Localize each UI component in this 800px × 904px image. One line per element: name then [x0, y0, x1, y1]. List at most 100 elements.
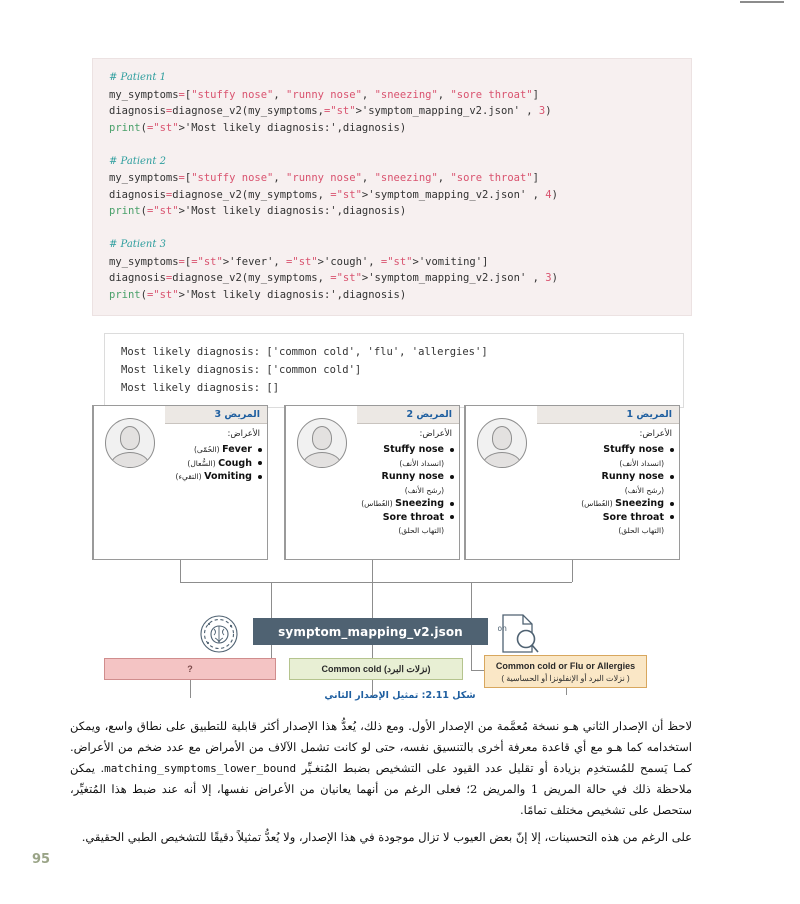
symptom-item-ar: (التهاب الحلق): [541, 524, 675, 538]
symptom-ar: (التهاب الحلق): [398, 526, 444, 535]
avatar-shoulders: [481, 452, 522, 467]
connector-left-to-bar: [271, 582, 272, 618]
avatar: [476, 418, 527, 468]
code-line: my_symptoms=["stuffy nose", "runny nose"…: [109, 88, 539, 101]
symptom-en: Stuffy nose: [603, 444, 664, 455]
body-paragraph: لاحظ أن الإصدار الثاني هـو نسخة مُعمَّمة…: [70, 719, 693, 817]
symptom-item: Runny nose: [361, 470, 455, 484]
body-text: لاحظ أن الإصدار الثاني هـو نسخة مُعمَّمة…: [70, 716, 692, 854]
bullet-icon: [670, 474, 674, 479]
bullet-icon: [258, 461, 262, 465]
symptom-ar: (انسداد الأنف): [399, 458, 444, 468]
result-common-cold-label: (نزلات البرد) Common cold: [321, 663, 431, 674]
avatar-head: [119, 426, 140, 450]
symptom-ar: (التهاب الحلق): [618, 526, 664, 535]
code-line: diagnosis=diagnose_v2(my_symptoms, ="st"…: [109, 272, 558, 284]
patient-card-1: المريض 1 الأعراض: Stuffy nose (انسداد الأنف…: [464, 405, 680, 560]
symptom-en: Runny nose: [601, 471, 665, 482]
symptom-en: Fever: [222, 444, 252, 455]
symptom-ar: (رشح الأنف): [404, 485, 444, 495]
patient-card-title: المريض 1: [537, 406, 679, 424]
connector-right-to-bar: [471, 582, 472, 618]
output-block: Most likely diagnosis: ['common cold', '…: [104, 333, 684, 408]
symptom-item: Cough (السُّعال): [169, 457, 263, 471]
code-line: print(="st">'Most likely diagnosis:',dia…: [109, 205, 407, 217]
symptom-ar: (التقيء): [175, 472, 202, 481]
connector-card3-down: [180, 560, 181, 582]
code-line: diagnosis=diagnose_v2(my_symptoms,="st">…: [109, 105, 552, 117]
connector-bar-right-down: [471, 645, 472, 670]
output-line: Most likely diagnosis: ['common cold']: [121, 364, 362, 376]
symptom-item: Stuffy nose: [361, 443, 455, 457]
patient-card-body: المريض 2 الأعراض: Stuffy nose (انسداد الأنف…: [357, 406, 459, 559]
result-multi-en-label: Common cold or Flu or Allergies: [495, 660, 636, 671]
symptom-ar: (السُّعال): [187, 458, 216, 468]
symptom-list: Stuffy nose (انسداد الأنف) Runny nose (رشح …: [357, 441, 459, 538]
patient-avatar-cell: [285, 406, 357, 559]
symptom-en: Sneezing: [395, 498, 444, 509]
svg-text:json: json: [498, 624, 507, 633]
patient-card-3: المريض 3 الأعراض: Fever (الحُمّى) Cough (ال…: [92, 405, 268, 560]
bullet-icon: [450, 474, 454, 479]
figure-caption: شكل 2.11: تمثيل الإصدار الثاني: [324, 690, 476, 701]
textbook-page: # Patient 1 my_symptoms=["stuffy nose", "…: [0, 0, 800, 904]
symptom-en: Sneezing: [615, 498, 664, 509]
bullet-icon: [670, 447, 674, 452]
symptoms-label: الأعراض:: [227, 429, 260, 439]
symptom-item: Sneezing (العُطاس): [541, 497, 675, 511]
mapping-file-bar[interactable]: symptom_mapping_v2.json: [253, 618, 488, 645]
symptom-ar: (رشح الأنف): [624, 485, 664, 495]
symptom-list: Stuffy nose (انسداد الأنف) Runny nose (رشح …: [537, 441, 679, 538]
symptoms-label: الأعراض:: [639, 429, 672, 439]
symptom-item-ar: (انسداد الأنف): [361, 457, 455, 471]
code-line: my_symptoms=[="st">'fever', ="st">'cough…: [109, 255, 489, 268]
avatar: [296, 418, 347, 468]
inline-code: matching_symptoms_lower_bound: [104, 762, 297, 775]
symptom-item-ar: (رشح الأنف): [361, 484, 455, 498]
symptom-ar: (العُطاس): [361, 499, 393, 508]
bullet-icon: [450, 501, 454, 506]
symptom-ar: (انسداد الأنف): [619, 458, 664, 468]
symptom-item-ar: (التهاب الحلق): [361, 524, 455, 538]
patient-card-title: المريض 3: [165, 406, 267, 424]
page-number: 95: [32, 852, 51, 867]
top-rule-decoration: [740, 1, 784, 3]
result-unknown-label: ?: [187, 663, 193, 674]
patient-avatar-cell: [93, 406, 165, 559]
symptom-en: Cough: [218, 457, 252, 469]
symptom-en: Runny nose: [381, 471, 445, 482]
connector-card2-down: [372, 560, 373, 618]
patient-card-body: المريض 1 الأعراض: Stuffy nose (انسداد الأنف…: [537, 406, 679, 559]
symptom-item-ar: (انسداد الأنف): [541, 457, 675, 471]
symptom-item: Fever (الحُمّى): [169, 443, 263, 457]
symptom-ar: (الحُمّى): [193, 445, 220, 454]
code-comment-line: # Patient 2: [109, 155, 166, 167]
symptom-list: Fever (الحُمّى) Cough (السُّعال) Vomiting …: [165, 441, 267, 484]
bullet-icon: [670, 515, 674, 519]
json-search-icon: json: [488, 612, 540, 656]
symptom-item: Runny nose: [541, 470, 675, 484]
symptoms-label: الأعراض:: [419, 429, 452, 439]
avatar: [104, 418, 155, 468]
symptom-item: Sneezing (العُطاس): [361, 497, 455, 511]
symptom-item: Vomiting (التقيء): [169, 470, 263, 484]
body-paragraph: على الرغم من هذه التحسينات، إلا إنّ بعض …: [81, 830, 692, 844]
result-box-multi: Common cold or Flu or Allergies ( نزلات …: [484, 655, 647, 688]
connector-top-left-rail: [180, 582, 373, 583]
code-comment-line: # Patient 3: [109, 239, 166, 250]
bullet-icon: [258, 474, 262, 479]
symptom-en: Vomiting: [204, 471, 252, 482]
patient-card-2: المريض 2 الأعراض: Stuffy nose (انسداد الأنف…: [284, 405, 460, 560]
patient-card-title: المريض 2: [357, 406, 459, 424]
symptom-item: Sore throat: [361, 511, 455, 525]
connector-top-right-rail: [372, 582, 572, 583]
patient-card-body: المريض 3 الأعراض: Fever (الحُمّى) Cough (ال…: [165, 406, 267, 559]
code-block: # Patient 1 my_symptoms=["stuffy nose", "…: [92, 58, 692, 316]
result-box-common-cold: (نزلات البرد) Common cold: [289, 658, 463, 680]
bullet-icon: [450, 447, 454, 452]
connector-card1-down: [572, 560, 573, 582]
patient-avatar-cell: [465, 406, 537, 559]
code-line: print(="st">'Most likely diagnosis:',dia…: [109, 121, 407, 134]
code-line: diagnosis=diagnose_v2(my_symptoms, ="st"…: [109, 188, 558, 201]
